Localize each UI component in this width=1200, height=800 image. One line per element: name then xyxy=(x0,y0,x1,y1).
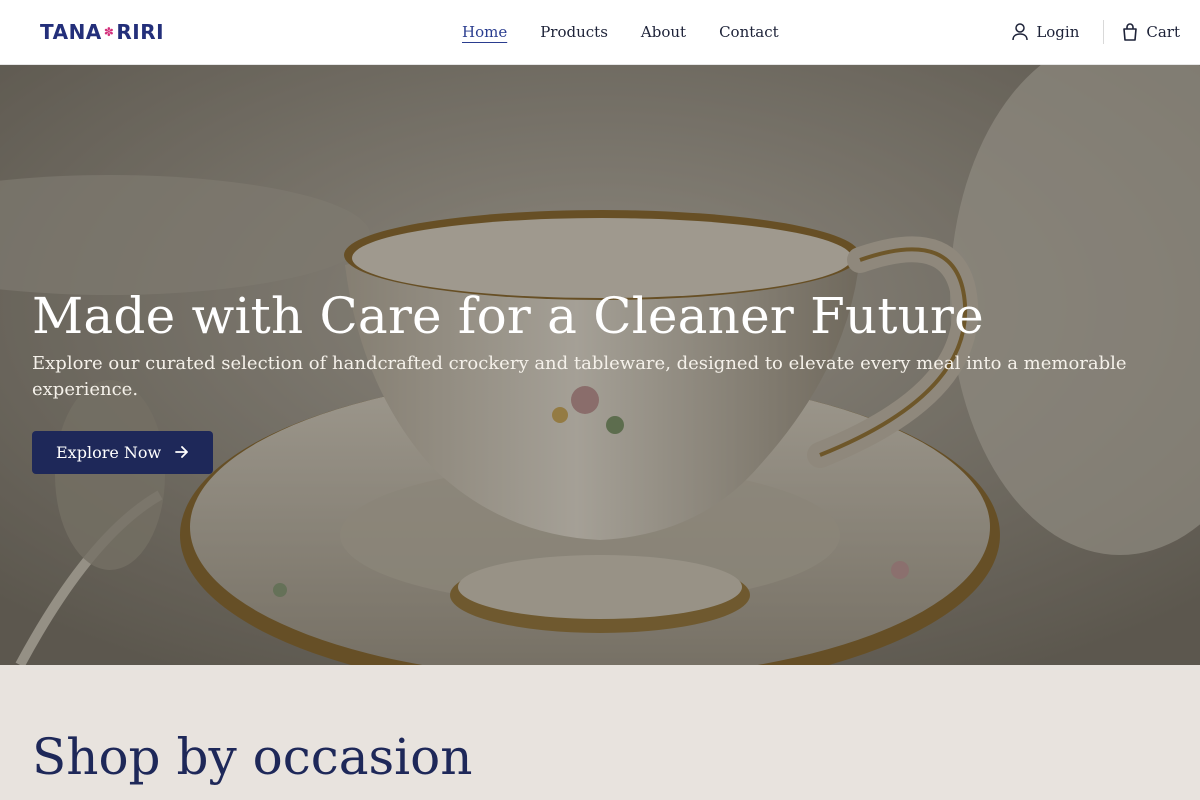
nav-home[interactable]: Home xyxy=(462,22,507,42)
hero-content: Made with Care for a Cleaner Future Expl… xyxy=(32,287,1152,474)
shopping-bag-icon xyxy=(1122,23,1138,41)
hero-title: Made with Care for a Cleaner Future xyxy=(32,287,984,345)
login-button[interactable]: Login xyxy=(1012,23,1079,41)
login-label: Login xyxy=(1036,23,1080,41)
site-header: TANA ✽ RIRI Home Products About Contact … xyxy=(0,0,1200,65)
section-title: Shop by occasion xyxy=(32,728,473,786)
brand-text-left: TANA xyxy=(40,20,102,44)
arrow-right-icon xyxy=(175,443,189,462)
cart-button[interactable]: Cart xyxy=(1122,23,1180,41)
header-divider xyxy=(1103,20,1105,44)
hero-banner: Made with Care for a Cleaner Future Expl… xyxy=(0,65,1200,665)
cart-label: Cart xyxy=(1146,23,1180,41)
nav-about[interactable]: About xyxy=(641,22,686,42)
flower-icon: ✽ xyxy=(103,25,115,39)
explore-now-button[interactable]: Explore Now xyxy=(32,431,214,474)
nav-contact[interactable]: Contact xyxy=(719,22,779,42)
main-nav: Home Products About Contact xyxy=(462,22,779,42)
user-icon xyxy=(1012,23,1029,41)
hero-subtitle: Explore our curated selection of handcra… xyxy=(32,353,1127,400)
nav-products[interactable]: Products xyxy=(540,22,608,42)
shop-by-occasion-section: Shop by occasion xyxy=(0,665,1200,800)
explore-now-label: Explore Now xyxy=(56,443,162,462)
brand-text-right: RIRI xyxy=(116,20,165,44)
account-controls: Login Cart xyxy=(1012,20,1180,44)
brand-logo[interactable]: TANA ✽ RIRI xyxy=(40,20,164,44)
